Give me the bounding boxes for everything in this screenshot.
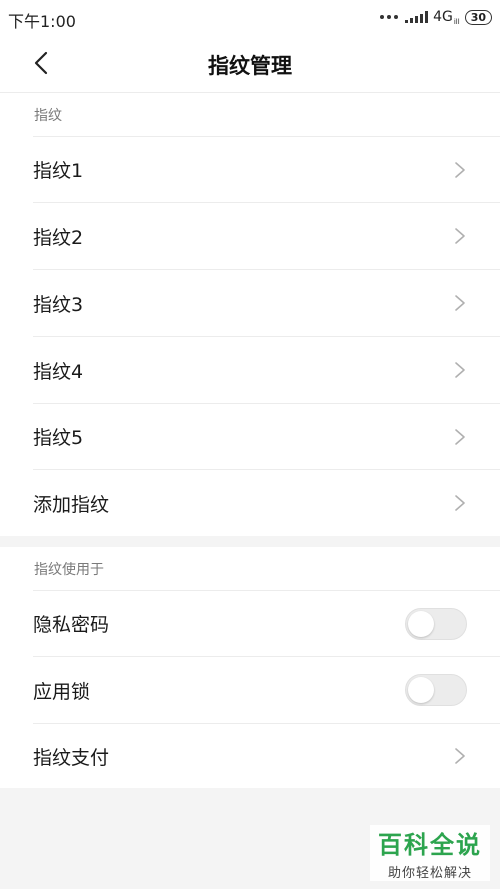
- row-label: 指纹1: [33, 160, 84, 182]
- chevron-right-icon: [455, 362, 465, 378]
- toggle-knob: [408, 677, 434, 703]
- watermark-logo: 百科全说 助你轻松解决: [370, 825, 490, 881]
- page-title: 指纹管理: [208, 54, 292, 78]
- section-label-fingerprints: 指纹: [34, 107, 62, 124]
- network-type: 4G: [433, 9, 453, 25]
- fingerprint-item-4[interactable]: 指纹4: [33, 336, 500, 403]
- privacy-password-row: 隐私密码: [33, 590, 500, 656]
- chevron-right-icon: [455, 748, 465, 764]
- row-label: 应用锁: [33, 680, 91, 703]
- privacy-password-toggle[interactable]: [405, 607, 467, 640]
- signal-icon: [405, 11, 429, 23]
- battery-icon: 30: [464, 9, 492, 25]
- chevron-right-icon: [455, 161, 465, 178]
- status-bar: 下午1:00 4Gill 30: [0, 0, 500, 34]
- row-label: 指纹3: [33, 293, 84, 316]
- app-lock-row: 应用锁: [33, 656, 500, 723]
- fingerprint-item-3[interactable]: 指纹3: [33, 269, 500, 336]
- status-icons: 4Gill 30: [380, 8, 492, 26]
- row-label: 指纹2: [33, 226, 84, 249]
- more-dots-icon: [380, 15, 399, 19]
- add-fingerprint-item[interactable]: 添加指纹: [33, 469, 500, 536]
- chevron-right-icon: [455, 428, 465, 445]
- chevron-right-icon: [455, 495, 465, 511]
- watermark-title: 百科全说: [378, 831, 482, 859]
- fingerprint-item-5[interactable]: 指纹5: [33, 403, 500, 469]
- fingerprint-payment-item[interactable]: 指纹支付: [33, 723, 500, 788]
- row-label: 指纹支付: [33, 746, 110, 769]
- network-activity: ill: [453, 18, 460, 26]
- network-indicator: 4Gill: [433, 9, 460, 26]
- usage-section: 指纹使用于 隐私密码 应用锁 指纹支付: [0, 547, 500, 788]
- chevron-right-icon: [455, 228, 465, 244]
- app-lock-toggle[interactable]: [405, 674, 467, 706]
- fingerprint-item-1[interactable]: 指纹1: [33, 136, 500, 202]
- app-header: 指纹管理: [0, 34, 500, 93]
- chevron-right-icon: [455, 295, 465, 311]
- status-time: 下午1:00: [8, 12, 76, 31]
- row-label: 添加指纹: [33, 493, 110, 516]
- watermark-subtitle: 助你轻松解决: [387, 866, 472, 881]
- row-label: 指纹4: [33, 360, 84, 383]
- section-label-usage: 指纹使用于: [34, 561, 104, 578]
- row-label: 指纹5: [33, 427, 84, 449]
- toggle-knob: [408, 610, 434, 637]
- fingerprint-item-2[interactable]: 指纹2: [33, 202, 500, 269]
- row-label: 隐私密码: [33, 614, 110, 636]
- fingerprints-section: 指纹 指纹1 指纹2 指纹3 指纹4 指纹5 添加指纹: [0, 93, 500, 536]
